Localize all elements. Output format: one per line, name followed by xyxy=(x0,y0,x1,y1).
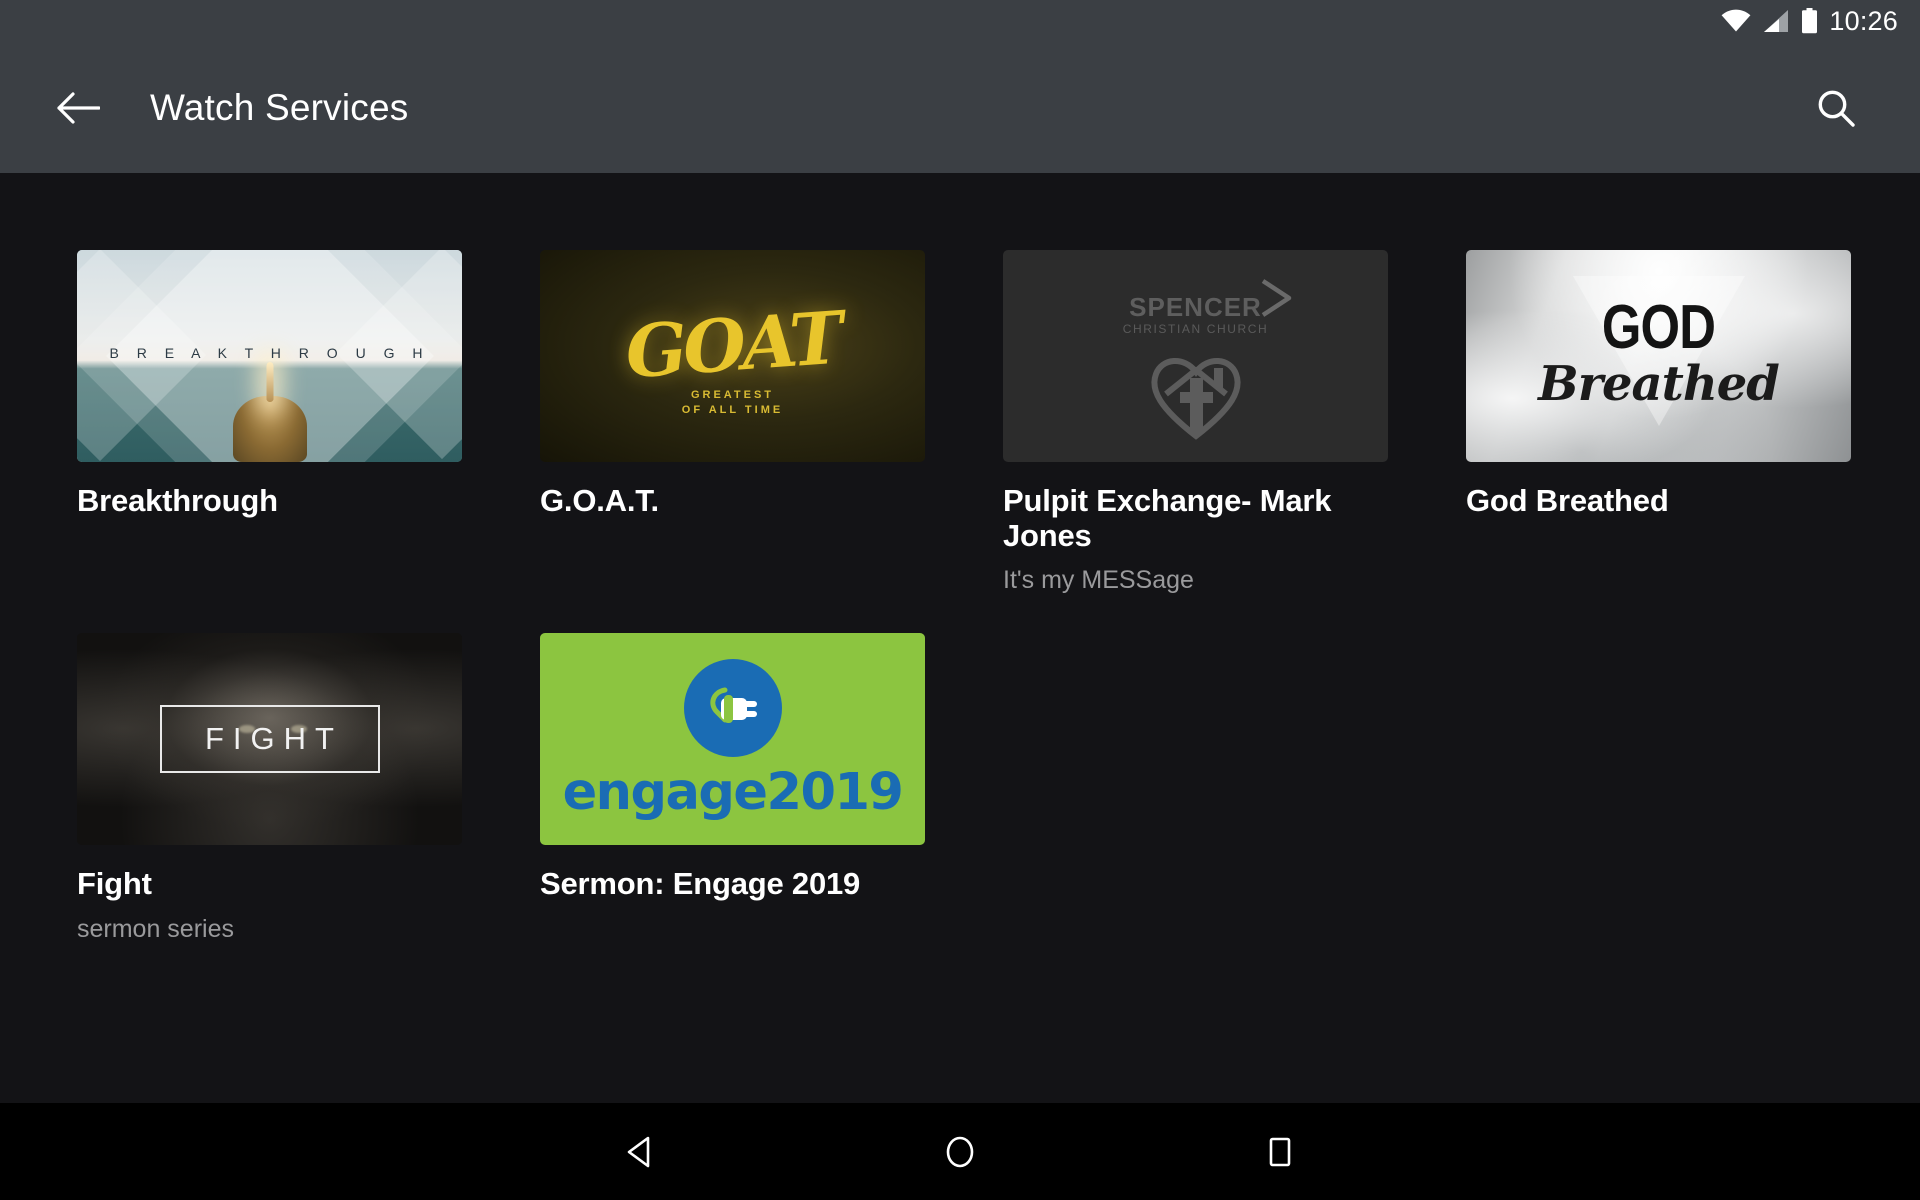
cellular-signal-icon xyxy=(1764,10,1789,32)
status-bar: 10:26 xyxy=(0,0,1920,42)
pulpit-exchange-thumbnail[interactable]: SPENCER CHRISTIAN CHURCH xyxy=(1003,250,1388,462)
status-bar-clock: 10:26 xyxy=(1829,5,1898,36)
thumbnail-artwork-text: GOAT xyxy=(622,294,843,395)
back-triangle-icon xyxy=(627,1136,650,1167)
nav-recents-button[interactable] xyxy=(1200,1103,1360,1200)
service-title: Pulpit Exchange- Mark Jones xyxy=(1003,483,1332,553)
search-button[interactable] xyxy=(1790,62,1882,154)
app-toolbar: Watch Services xyxy=(0,42,1920,173)
service-card[interactable]: GOD Breathed God Breathed xyxy=(1466,250,1851,595)
service-title: G.O.A.T. xyxy=(540,483,659,518)
back-button[interactable] xyxy=(32,62,124,154)
services-grid: B R E A K T H R O U G H Breakthrough GOA… xyxy=(0,173,1920,944)
service-card[interactable]: engage2019 Sermon: Engage 2019 xyxy=(540,633,925,944)
service-card[interactable]: SPENCER CHRISTIAN CHURCH Pulpit Exchange… xyxy=(1003,250,1388,595)
service-card[interactable]: FIGHT Fight sermon series xyxy=(77,633,462,944)
arrow-back-icon xyxy=(57,91,100,124)
nav-home-button[interactable] xyxy=(880,1103,1040,1200)
nav-back-button[interactable] xyxy=(560,1103,720,1200)
thumbnail-artwork-subtext: CHRISTIAN CHURCH xyxy=(1122,322,1269,336)
service-title: Breakthrough xyxy=(77,483,278,518)
god-breathed-thumbnail[interactable]: GOD Breathed xyxy=(1466,250,1851,462)
home-circle-icon xyxy=(946,1136,974,1167)
recents-square-icon xyxy=(1269,1137,1291,1166)
thumbnail-artwork-text: B R E A K T H R O U G H xyxy=(109,345,430,361)
breakthrough-thumbnail[interactable]: B R E A K T H R O U G H xyxy=(77,250,462,462)
service-title: God Breathed xyxy=(1466,483,1669,518)
thumbnail-text-frame: FIGHT xyxy=(159,705,380,774)
content-area: B R E A K T H R O U G H Breakthrough GOA… xyxy=(0,173,1920,1103)
search-icon xyxy=(1818,90,1855,127)
thumbnail-artwork-text: GOD xyxy=(1601,293,1716,362)
goat-thumbnail[interactable]: GOAT GREATEST OF ALL TIME xyxy=(540,250,925,462)
page-title: Watch Services xyxy=(150,86,409,128)
plug-badge xyxy=(683,658,782,757)
android-navigation-bar xyxy=(0,1103,1920,1200)
thumbnail-artwork-subtext: Breathed xyxy=(1538,356,1780,412)
thumbnail-artwork-text: FIGHT xyxy=(205,721,343,757)
service-card[interactable]: GOAT GREATEST OF ALL TIME G.O.A.T. xyxy=(540,250,925,595)
power-plug-icon xyxy=(709,687,757,723)
church-heart-cross-logo-icon xyxy=(1150,358,1241,440)
thumbnail-cliff xyxy=(232,396,307,462)
thumbnail-figure xyxy=(266,362,273,402)
engage-2019-thumbnail[interactable]: engage2019 xyxy=(540,633,925,846)
wifi-icon xyxy=(1722,9,1751,32)
service-title: Fight xyxy=(77,866,152,902)
thumbnail-artwork-text: engage2019 xyxy=(562,762,904,822)
fight-thumbnail[interactable]: FIGHT xyxy=(77,633,462,846)
thumbnail-artwork-text: SPENCER xyxy=(1129,292,1262,322)
service-card[interactable]: B R E A K T H R O U G H Breakthrough xyxy=(77,250,462,595)
service-title: Sermon: Engage 2019 xyxy=(540,866,861,902)
thumbnail-artwork-subtext: GREATEST OF ALL TIME xyxy=(681,389,784,416)
app-screen: 10:26 Watch Services B R E A K T H R O U… xyxy=(0,0,1920,1200)
arrow-right-logo-icon xyxy=(1261,279,1292,317)
service-subtitle: sermon series xyxy=(77,915,234,944)
service-subtitle: It's my MESSage xyxy=(1003,566,1194,595)
battery-icon xyxy=(1802,8,1818,34)
